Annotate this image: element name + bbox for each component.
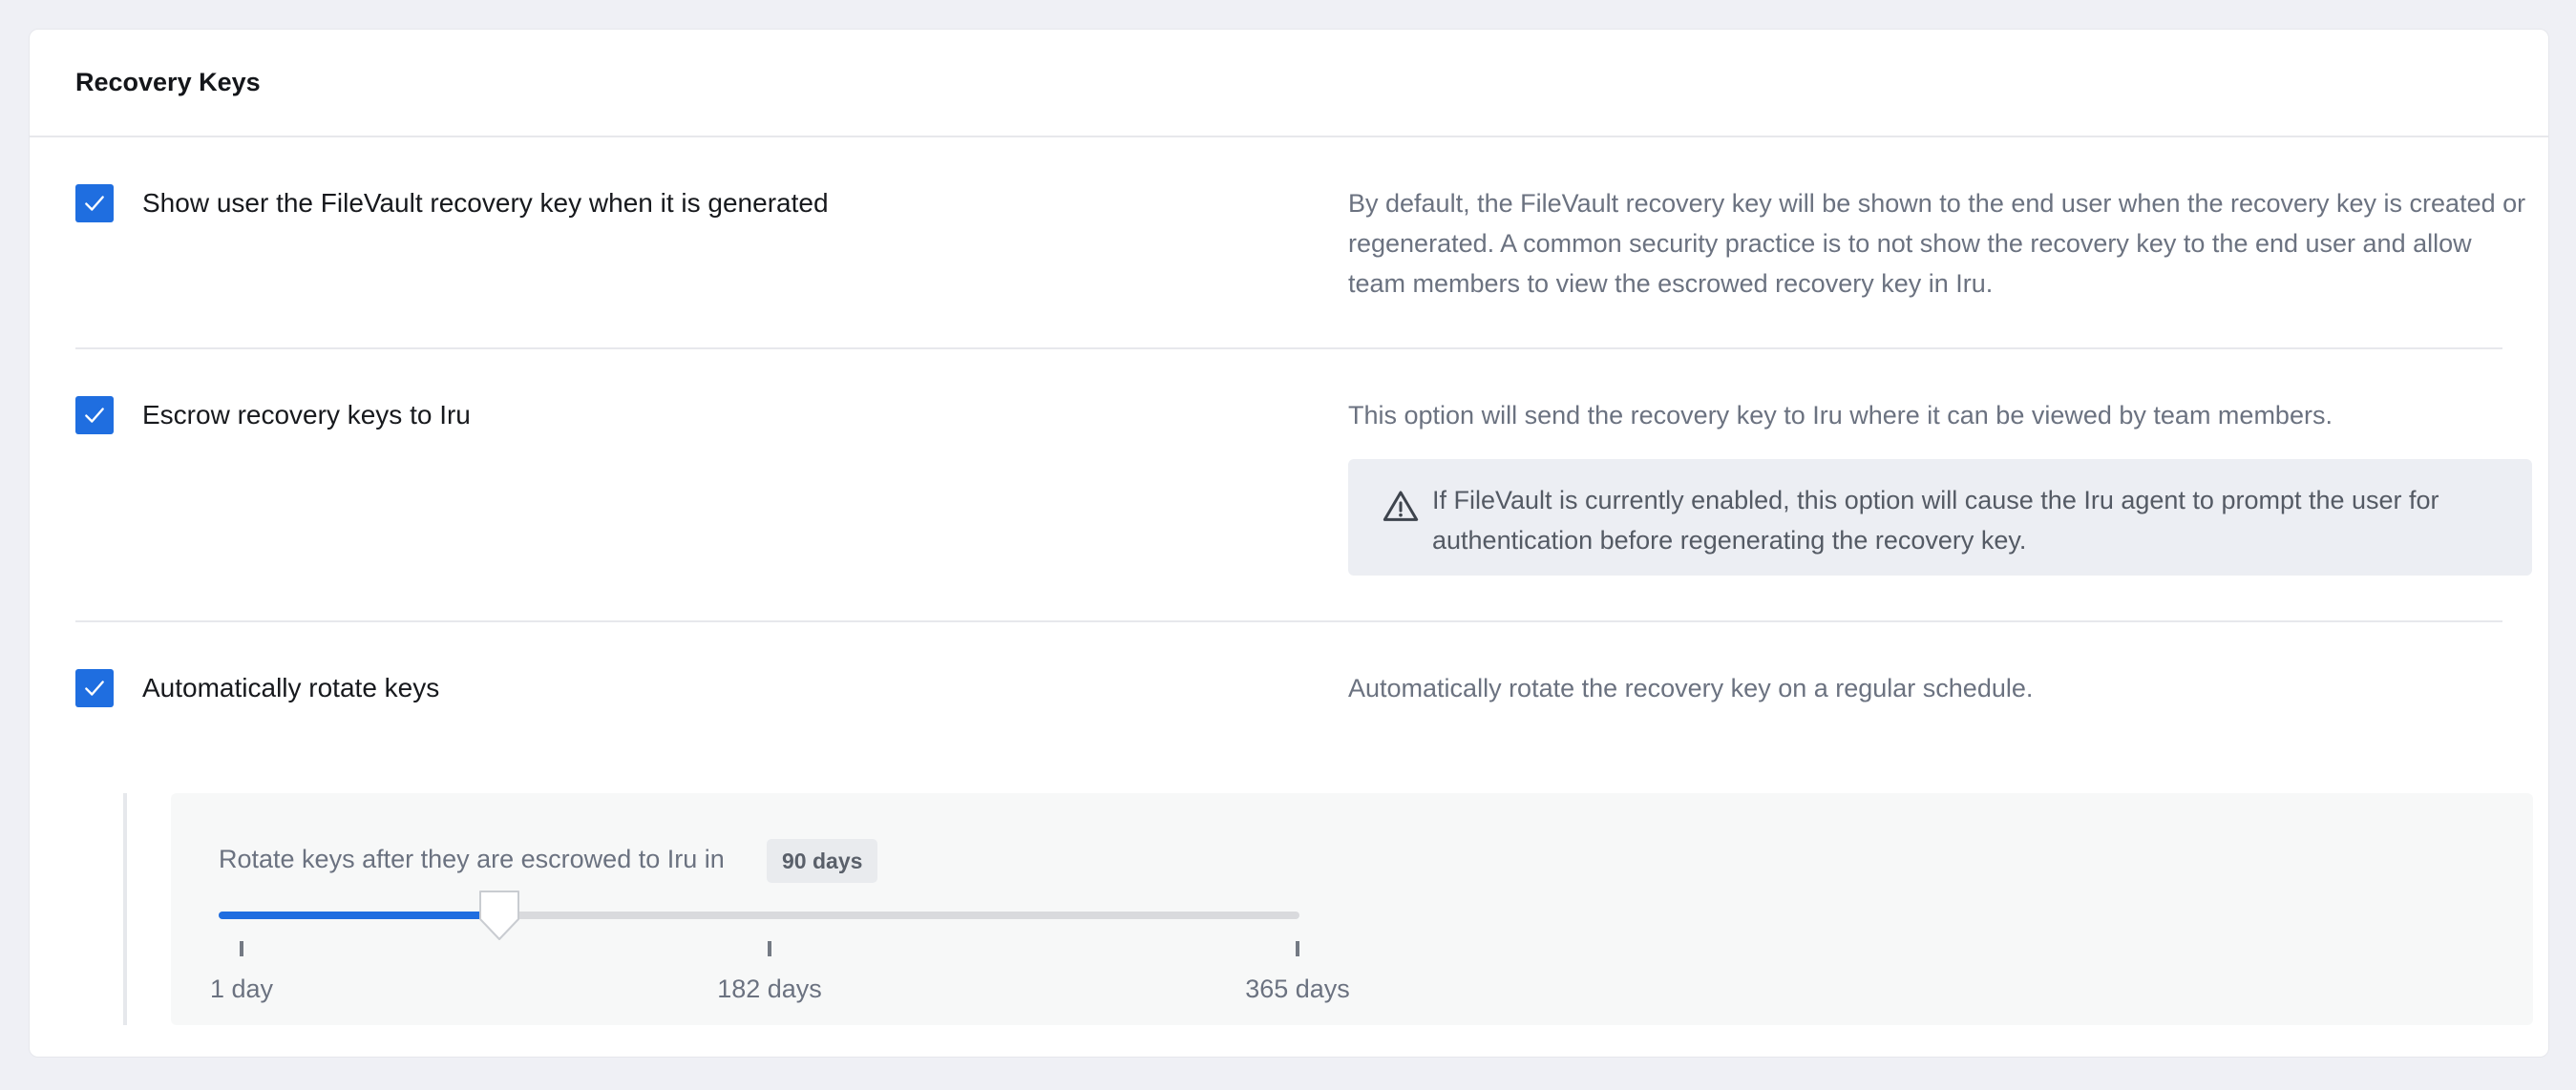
check-icon xyxy=(85,196,104,211)
rotation-slider-label: Rotate keys after they are escrowed to I… xyxy=(219,845,725,873)
escrow-keys-description: This option will send the recovery key t… xyxy=(1348,401,2333,430)
rotation-slider-fill xyxy=(219,912,500,919)
check-icon xyxy=(85,408,104,423)
rotation-settings-panel: Rotate keys after they are escrowed to I… xyxy=(171,793,2533,1025)
check-icon xyxy=(85,681,104,696)
sub-settings-indent-rule xyxy=(123,793,127,1025)
slider-tick-label-mid: 182 days xyxy=(717,975,822,1003)
card-header: Recovery Keys xyxy=(30,30,2548,137)
auto-rotate-checkbox[interactable] xyxy=(75,669,114,707)
escrow-keys-label: Escrow recovery keys to Iru xyxy=(142,400,471,430)
slider-tick-label-min: 1 day xyxy=(209,975,274,1003)
divider xyxy=(75,620,2502,622)
auto-rotate-description: Automatically rotate the recovery key on… xyxy=(1348,674,2034,702)
rotation-slider-thumb[interactable] xyxy=(477,889,521,942)
rotation-slider-track[interactable] xyxy=(219,912,1299,919)
warning-triangle-icon xyxy=(1383,491,1419,521)
slider-tick xyxy=(1296,941,1299,956)
rotation-value-badge: 90 days xyxy=(767,839,878,883)
show-recovery-key-label: Show user the FileVault recovery key whe… xyxy=(142,188,829,218)
slider-tick xyxy=(240,941,243,956)
slider-tick-label-max: 365 days xyxy=(1245,975,1350,1003)
escrow-warning-banner: If FileVault is currently enabled, this … xyxy=(1348,459,2532,576)
show-recovery-key-description: By default, the FileVault recovery key w… xyxy=(1348,189,2526,298)
recovery-keys-card: Recovery Keys Show user the FileVault re… xyxy=(29,29,2549,1058)
divider xyxy=(75,347,2502,349)
escrow-warning-text: If FileVault is currently enabled, this … xyxy=(1432,486,2439,555)
slider-tick xyxy=(768,941,771,956)
show-recovery-key-checkbox[interactable] xyxy=(75,184,114,222)
card-title: Recovery Keys xyxy=(75,68,261,96)
auto-rotate-label: Automatically rotate keys xyxy=(142,673,440,702)
escrow-keys-checkbox[interactable] xyxy=(75,396,114,434)
